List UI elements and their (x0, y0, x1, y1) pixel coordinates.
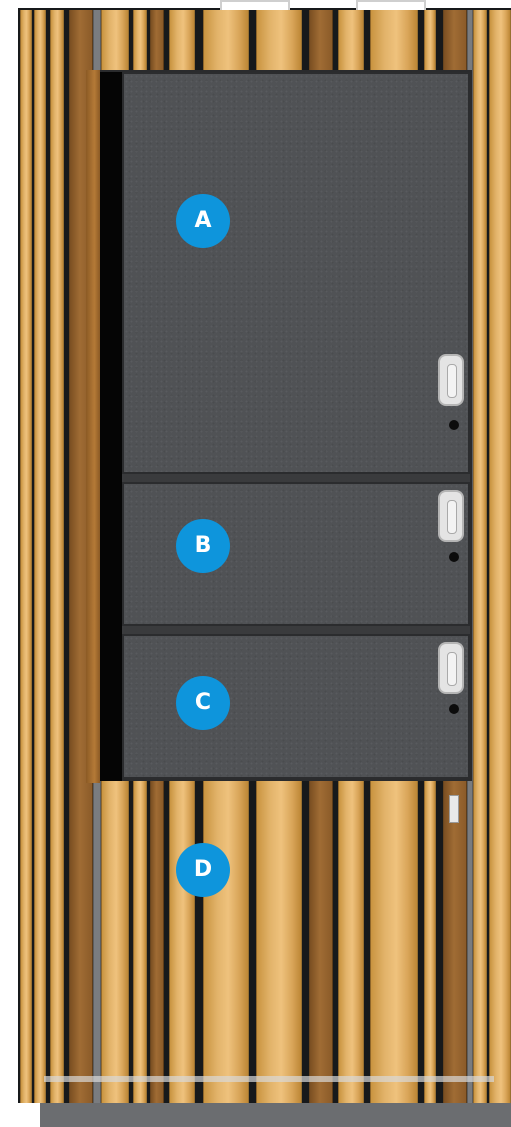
door-c-handle[interactable] (438, 642, 464, 694)
cabinet-recess (100, 72, 122, 781)
door-b[interactable] (122, 482, 470, 626)
door-a[interactable] (122, 72, 470, 474)
bottom-rail (44, 1076, 494, 1082)
badge-d: D (176, 843, 230, 897)
door-c[interactable] (122, 634, 470, 779)
wood-slat (20, 10, 32, 1103)
door-b-lock (449, 552, 459, 562)
felt-plinth (40, 1100, 511, 1127)
top-clip-right (356, 0, 426, 10)
wood-slat (50, 10, 64, 1103)
cabinet-side-edge (86, 70, 100, 783)
badge-b: B (176, 519, 230, 573)
top-clip-left (220, 0, 290, 10)
wood-slat (473, 10, 487, 1103)
door-b-handle[interactable] (438, 490, 464, 542)
badge-c: C (176, 676, 230, 730)
door-c-lock (449, 704, 459, 714)
badge-a: A (176, 194, 230, 248)
door-a-lock (449, 420, 459, 430)
wood-slat (34, 10, 46, 1103)
door-a-handle[interactable] (438, 354, 464, 406)
wood-slat (489, 10, 511, 1103)
furniture-elevation: A B C D (0, 0, 511, 1127)
product-tag (449, 795, 459, 823)
